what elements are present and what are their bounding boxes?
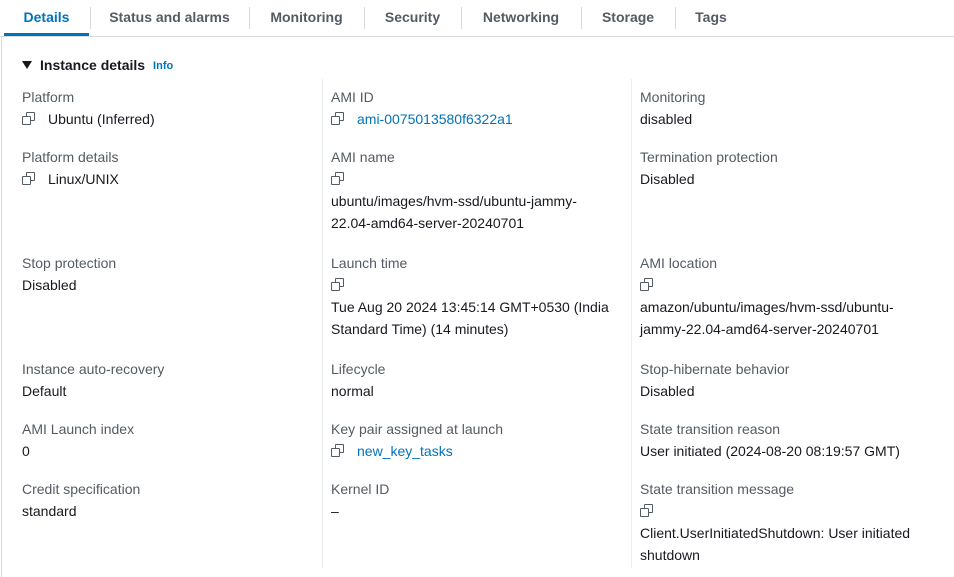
field-label: Lifecycle (331, 361, 386, 377)
info-link[interactable]: Info (153, 60, 173, 72)
field-termination-protection: Termination protection Disabled (640, 146, 778, 190)
ami-location-value-line2: jammy-22.04-amd64-server-20240701 (640, 321, 879, 337)
auto-recovery-value: Default (22, 383, 67, 399)
stop-protection-value: Disabled (22, 277, 77, 293)
stop-hibernate-value: Disabled (640, 383, 695, 399)
field-state-transition-message: State transition message Client.UserInit… (640, 478, 910, 566)
field-launch-time: Launch time Tue Aug 20 2024 13:45:14 GMT… (331, 252, 609, 340)
field-credit-specification: Credit specification standard (22, 478, 140, 522)
state-transition-reason-value: User initiated (2024-08-20 08:19:57 GMT) (640, 443, 900, 459)
state-transition-message-line1: Client.UserInitiatedShutdown: User initi… (640, 525, 911, 541)
launch-time-value-line2: Standard Time) (14 minutes) (331, 321, 509, 337)
tab-networking[interactable]: Networking (461, 0, 581, 36)
ami-name-value-line2: 22.04-amd64-server-20240701 (331, 215, 525, 231)
ami-launch-index-value: 0 (22, 443, 30, 459)
ami-location-value-line1: amazon/ubuntu/images/hvm-ssd/ubuntu- (640, 299, 894, 315)
tab-storage[interactable]: Storage (581, 0, 675, 36)
field-label: Platform (22, 89, 75, 105)
copy-icon[interactable] (640, 504, 654, 518)
tab-tags[interactable]: Tags (675, 0, 747, 36)
column-divider (322, 79, 323, 568)
copy-icon[interactable] (331, 444, 345, 458)
field-label: Stop-hibernate behavior (640, 361, 790, 377)
field-label: Platform details (22, 149, 119, 165)
field-ami-location: AMI location amazon/ubuntu/images/hvm-ss… (640, 252, 894, 340)
credit-spec-value: standard (22, 503, 77, 519)
tab-security[interactable]: Security (364, 0, 461, 36)
field-label: Kernel ID (331, 481, 390, 497)
field-ami-launch-index: AMI Launch index 0 (22, 418, 134, 462)
tab-monitoring[interactable]: Monitoring (249, 0, 364, 36)
key-pair-link[interactable]: new_key_tasks (357, 440, 453, 462)
field-stop-hibernate: Stop-hibernate behavior Disabled (640, 358, 789, 402)
field-platform: Platform Ubuntu (Inferred) (22, 86, 155, 130)
field-label: AMI location (640, 255, 718, 271)
state-transition-message-line2: shutdown (640, 547, 700, 563)
field-label: Launch time (331, 255, 408, 271)
tab-status-and-alarms[interactable]: Status and alarms (90, 0, 249, 36)
field-lifecycle: Lifecycle normal (331, 358, 385, 402)
copy-icon[interactable] (331, 112, 345, 126)
tab-details[interactable]: Details (4, 0, 89, 36)
field-label: Termination protection (640, 149, 778, 165)
field-kernel-id: Kernel ID – (331, 478, 389, 522)
field-ami-id: AMI ID ami-0075013580f6322a1 (331, 86, 513, 130)
platform-value: Ubuntu (Inferred) (48, 111, 155, 127)
tab-bar: Details Status and alarms Monitoring Sec… (0, 0, 954, 37)
kernel-id-value: – (331, 503, 339, 519)
field-monitoring: Monitoring disabled (640, 86, 705, 130)
field-label: Credit specification (22, 481, 141, 497)
copy-icon[interactable] (640, 278, 654, 292)
field-label: AMI Launch index (22, 421, 135, 437)
copy-icon[interactable] (22, 172, 36, 186)
field-label: State transition reason (640, 421, 781, 437)
lifecycle-value: normal (331, 383, 374, 399)
field-platform-details: Platform details Linux/UNIX (22, 146, 119, 190)
copy-icon[interactable] (22, 112, 36, 126)
termination-protection-value: Disabled (640, 171, 695, 187)
copy-icon[interactable] (331, 172, 345, 186)
section-title: Instance details (40, 57, 146, 73)
platform-details-value: Linux/UNIX (48, 171, 119, 187)
field-instance-auto-recovery: Instance auto-recovery Default (22, 358, 164, 402)
field-label: State transition message (640, 481, 795, 497)
field-label: Key pair assigned at launch (331, 421, 503, 437)
ami-name-value-line1: ubuntu/images/hvm-ssd/ubuntu-jammy- (331, 193, 577, 209)
field-key-pair: Key pair assigned at launch new_key_task… (331, 418, 503, 462)
field-ami-name: AMI name ubuntu/images/hvm-ssd/ubuntu-ja… (331, 146, 577, 234)
field-label: AMI name (331, 149, 395, 165)
caret-down-icon[interactable] (22, 60, 32, 69)
copy-icon[interactable] (331, 278, 345, 292)
column-divider (631, 79, 632, 568)
ami-id-link[interactable]: ami-0075013580f6322a1 (357, 108, 513, 130)
field-stop-protection: Stop protection Disabled (22, 252, 116, 296)
field-label: AMI ID (331, 89, 374, 105)
launch-time-value-line1: Tue Aug 20 2024 13:45:14 GMT+0530 (India (331, 299, 609, 315)
field-label: Instance auto-recovery (22, 361, 165, 377)
field-state-transition-reason: State transition reason User initiated (… (640, 418, 900, 462)
field-label: Monitoring (640, 89, 706, 105)
monitoring-value: disabled (640, 111, 693, 127)
instance-details-header[interactable]: Instance details Info (22, 57, 173, 73)
field-label: Stop protection (22, 255, 117, 271)
